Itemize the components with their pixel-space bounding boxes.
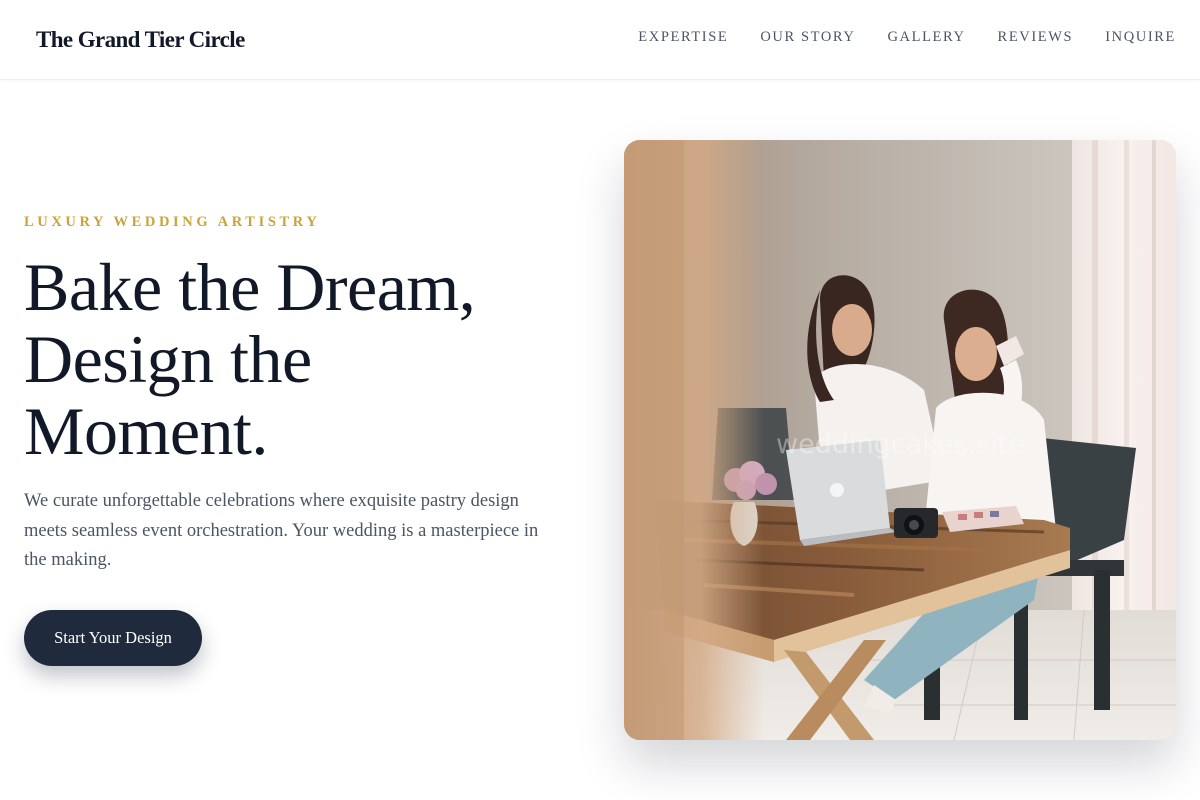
headline-line: Bake the Dream, [24, 249, 476, 325]
primary-nav: EXPERTISE OUR STORY GALLERY REVIEWS INQU… [638, 29, 1176, 46]
hero-headline: Bake the Dream, Design the Moment. [24, 251, 564, 467]
site-header: The Grand Tier Circle EXPERTISE OUR STOR… [0, 0, 1200, 80]
nav-link-our-story[interactable]: OUR STORY [760, 29, 855, 46]
hero-description: We curate unforgettable celebrations whe… [24, 491, 539, 570]
brand-logo[interactable]: The Grand Tier Circle [36, 27, 245, 53]
hero-photo: weddingcakes.site [624, 140, 1176, 740]
headline-line: Design the [24, 321, 312, 397]
hero-eyebrow: LUXURY WEDDING ARTISTRY [24, 214, 321, 230]
start-your-design-button[interactable]: Start Your Design [24, 610, 202, 666]
hero-photo-illustration: weddingcakes.site [624, 140, 1176, 740]
nav-link-expertise[interactable]: EXPERTISE [638, 29, 728, 46]
nav-link-inquire[interactable]: INQUIRE [1105, 29, 1176, 46]
watermark-text: weddingcakes.site [776, 429, 1025, 460]
nav-link-reviews[interactable]: REVIEWS [998, 29, 1074, 46]
headline-line: Moment. [24, 393, 268, 469]
nav-link-gallery[interactable]: GALLERY [887, 29, 965, 46]
hero-copy: LUXURY WEDDING ARTISTRY Bake the Dream, … [24, 214, 564, 666]
